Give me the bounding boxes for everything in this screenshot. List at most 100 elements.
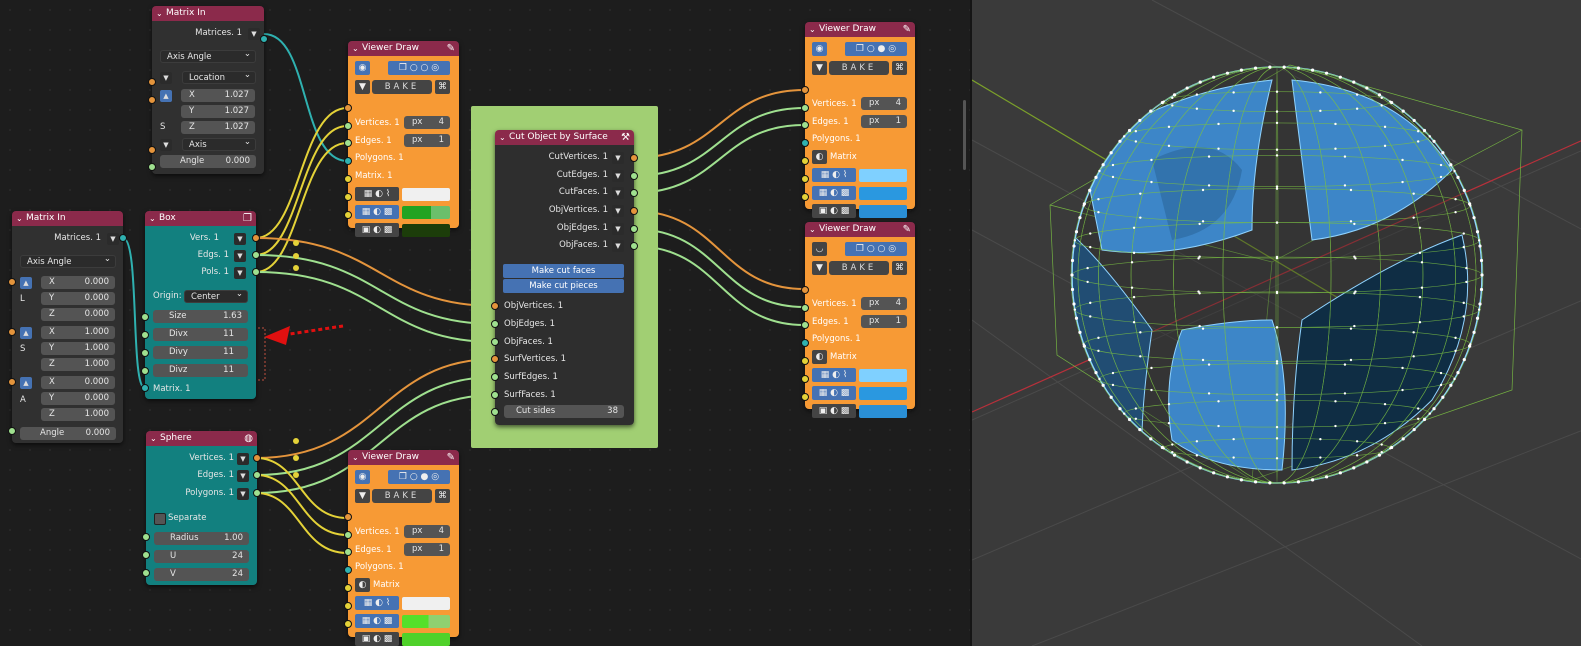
face-color-swatch[interactable] xyxy=(859,405,907,418)
socket[interactable] xyxy=(630,189,638,197)
location-select[interactable]: Location xyxy=(182,69,256,84)
vertex-color-swatch[interactable] xyxy=(402,597,450,610)
socket[interactable] xyxy=(801,104,809,112)
angle-field[interactable]: Angle 0.000 xyxy=(160,155,256,168)
socket[interactable] xyxy=(491,373,499,381)
loc-z-field[interactable]: Z 0.000 xyxy=(41,308,115,321)
vertex-size-field[interactable]: px 4 xyxy=(404,525,450,538)
edge-width-field[interactable]: px 1 xyxy=(861,115,907,128)
eye-icon[interactable]: ◉ xyxy=(355,61,370,75)
matrix-icon[interactable]: ◐ xyxy=(812,350,827,364)
origin-select[interactable]: Center xyxy=(184,288,248,303)
socket[interactable] xyxy=(801,86,809,94)
edge-width-field[interactable]: px 1 xyxy=(404,543,450,556)
pencil-icon[interactable]: ✎ xyxy=(447,450,455,465)
socket[interactable] xyxy=(801,157,809,165)
bake-button[interactable]: BAKE xyxy=(372,489,432,503)
socket[interactable] xyxy=(344,104,352,112)
edge-color-swatch[interactable] xyxy=(402,206,450,219)
socket[interactable] xyxy=(142,569,150,577)
v-field[interactable]: V 24 xyxy=(154,568,249,581)
3d-viewport[interactable] xyxy=(970,0,1581,646)
socket[interactable] xyxy=(344,584,352,592)
edge-color-swatch[interactable] xyxy=(859,187,907,200)
chevron-down-icon[interactable]: ⌄ xyxy=(809,22,816,37)
triangle-down-icon[interactable]: ▼ xyxy=(612,205,624,217)
socket[interactable] xyxy=(344,175,352,183)
polygons-output-socket[interactable] xyxy=(252,268,260,276)
socket[interactable] xyxy=(491,355,499,363)
socket[interactable] xyxy=(630,242,638,250)
triangle-down-icon[interactable]: ▼ xyxy=(355,80,370,94)
vertex-display-icons[interactable]: ▦ ◐ ⌇ xyxy=(812,368,856,382)
mode-select[interactable]: Axis Angle xyxy=(20,253,116,268)
node-editor[interactable]: ⌄Matrix In Matrices. 1 ▼ Axis Angle ▼ Lo… xyxy=(0,0,970,646)
edge-display-icons[interactable]: ▦ ◐ ▩ xyxy=(812,186,856,200)
scale-y-field[interactable]: Y 1.000 xyxy=(41,342,115,355)
chevron-down-icon[interactable]: ⌄ xyxy=(150,431,157,446)
mode-select[interactable]: Axis Angle xyxy=(160,48,256,63)
viewer-draw-node[interactable]: ⌄ Viewer Draw ✎ ◉ ❐ ○ ● ◎ ▼ BAKE ⌘ Vertice… xyxy=(344,450,459,646)
display-mode-buttons[interactable]: ❐ ○ ● ◎ xyxy=(388,470,450,484)
triangle-down-icon[interactable]: ▼ xyxy=(612,152,624,164)
matrix-icon[interactable]: ◐ xyxy=(355,578,370,592)
make-cut-pieces-toggle[interactable]: Make cut pieces xyxy=(503,279,624,293)
matrix-in-node-left[interactable]: ⌄Matrix In Matrices. 1 ▼ Axis Angle ▲ L … xyxy=(8,211,127,443)
matrix-icon[interactable]: ◐ xyxy=(812,150,827,164)
socket[interactable] xyxy=(142,533,150,541)
socket[interactable] xyxy=(801,286,809,294)
arrow-up-icon[interactable]: ▲ xyxy=(20,277,32,289)
triangle-down-icon[interactable]: ▼ xyxy=(160,139,172,151)
socket[interactable] xyxy=(801,375,809,383)
bake-button[interactable]: BAKE xyxy=(829,61,889,75)
socket[interactable] xyxy=(141,367,149,375)
sphere-node[interactable]: ⌄ Sphere ◍ Vertices. 1 ▼ Edges. 1 ▼ Polygo… xyxy=(142,431,261,585)
bake-icon[interactable]: ⌘ xyxy=(435,80,450,94)
face-display-icons[interactable]: ▣ ◐ ▩ xyxy=(355,223,399,237)
axis-select[interactable]: Axis xyxy=(182,136,256,151)
triangle-down-icon[interactable]: ▼ xyxy=(107,233,119,245)
socket[interactable] xyxy=(8,278,16,286)
socket[interactable] xyxy=(344,193,352,201)
vertex-color-swatch[interactable] xyxy=(402,188,450,201)
vertex-color-swatch[interactable] xyxy=(859,369,907,382)
vertex-display-icons[interactable]: ▦ ◐ ⌇ xyxy=(355,596,399,610)
socket[interactable] xyxy=(8,427,16,435)
vertex-size-field[interactable]: px 4 xyxy=(861,97,907,110)
arrow-up-icon[interactable]: ▲ xyxy=(20,327,32,339)
socket[interactable] xyxy=(148,163,156,171)
matrix-in-node-top[interactable]: ⌄Matrix In Matrices. 1 ▼ Axis Angle ▼ Lo… xyxy=(148,6,268,174)
viewer-draw-node[interactable]: ⌄ Viewer Draw ✎ ◡ ❐ ○ ○ ◎ ▼ BAKE ⌘ Vertice… xyxy=(801,222,915,418)
face-color-swatch[interactable] xyxy=(402,633,450,646)
axis-x-field[interactable]: X 0.000 xyxy=(41,376,115,389)
loc-y-field[interactable]: Y 0.000 xyxy=(41,292,115,305)
edge-color-swatch[interactable] xyxy=(859,387,907,400)
socket[interactable] xyxy=(8,328,16,336)
socket[interactable] xyxy=(630,207,638,215)
vertices-output-socket[interactable] xyxy=(252,234,260,242)
chevron-down-icon[interactable]: ⌄ xyxy=(499,130,506,145)
make-cut-faces-toggle[interactable]: Make cut faces xyxy=(503,264,624,278)
chevron-down-icon[interactable]: ⌄ xyxy=(809,222,816,237)
socket[interactable] xyxy=(801,193,809,201)
cut-object-by-surface-node[interactable]: ⌄ Cut Object by Surface ⚒ CutVertices. 1 ▼… xyxy=(491,130,638,425)
angle-field[interactable]: Angle 0.000 xyxy=(20,427,116,440)
socket[interactable] xyxy=(801,393,809,401)
socket[interactable] xyxy=(491,302,499,310)
triangle-down-icon[interactable]: ▼ xyxy=(237,453,249,465)
bake-icon[interactable]: ⌘ xyxy=(892,261,907,275)
socket[interactable] xyxy=(344,566,352,574)
pencil-icon[interactable]: ✎ xyxy=(447,41,455,56)
triangle-down-icon[interactable]: ▼ xyxy=(812,61,827,75)
socket[interactable] xyxy=(491,320,499,328)
triangle-down-icon[interactable]: ▼ xyxy=(355,489,370,503)
edges-output-socket[interactable] xyxy=(252,251,260,259)
scale-x-field[interactable]: X 1.027 xyxy=(181,89,255,102)
triangle-down-icon[interactable]: ▼ xyxy=(612,187,624,199)
arrow-up-icon[interactable]: ▲ xyxy=(20,377,32,389)
face-display-icons[interactable]: ▣ ◐ ▩ xyxy=(812,204,856,218)
triangle-down-icon[interactable]: ▼ xyxy=(234,233,246,245)
face-color-swatch[interactable] xyxy=(859,205,907,218)
bake-icon[interactable]: ⌘ xyxy=(892,61,907,75)
polygons-output-socket[interactable] xyxy=(253,489,261,497)
